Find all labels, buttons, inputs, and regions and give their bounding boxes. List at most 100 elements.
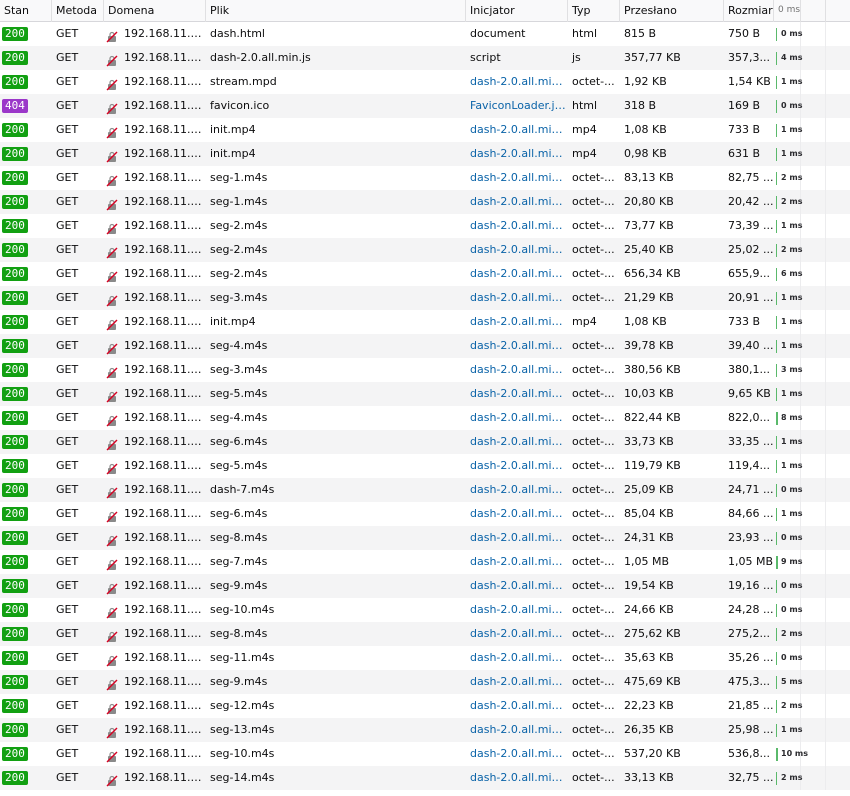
column-header-method[interactable]: Metoda [52, 0, 104, 22]
timing-bar[interactable] [776, 556, 778, 569]
timing-bar[interactable] [776, 484, 777, 497]
request-initiator[interactable]: dash-2.0.all.min.... [466, 622, 568, 646]
request-initiator[interactable]: dash-2.0.all.min.... [466, 670, 568, 694]
timing-bar[interactable] [776, 244, 777, 257]
timing-bar[interactable] [776, 172, 777, 185]
request-initiator[interactable]: dash-2.0.all.min.... [466, 214, 568, 238]
table-row[interactable]: 200 GET 192.168.11.166 seg-1.m4s dash-2.0.al… [0, 190, 850, 214]
timing-bar[interactable] [776, 124, 777, 137]
timing-bar[interactable] [776, 700, 777, 713]
request-initiator[interactable]: dash-2.0.all.min.... [466, 766, 568, 790]
table-row[interactable]: 200 GET 192.168.11.166 init.mp4 dash-2.0.all… [0, 310, 850, 334]
request-initiator[interactable]: dash-2.0.all.min.... [466, 358, 568, 382]
timing-bar[interactable] [776, 364, 777, 377]
request-initiator[interactable]: dash-2.0.all.min.... [466, 502, 568, 526]
request-initiator[interactable]: FaviconLoader.js:... [466, 94, 568, 118]
timing-bar[interactable] [776, 460, 777, 473]
request-initiator[interactable]: dash-2.0.all.min.... [466, 262, 568, 286]
timing-bar[interactable] [776, 604, 777, 617]
table-row[interactable]: 200 GET 192.168.11.166 seg-8.m4s dash-2.0.al… [0, 526, 850, 550]
request-initiator[interactable]: dash-2.0.all.min.... [466, 382, 568, 406]
request-initiator[interactable]: dash-2.0.all.min.... [466, 166, 568, 190]
request-initiator[interactable]: dash-2.0.all.min.... [466, 478, 568, 502]
timing-bar[interactable] [776, 316, 777, 329]
timing-bar[interactable] [776, 580, 777, 593]
table-row[interactable]: 200 GET 192.168.11.166 seg-10.m4s dash-2.0.a… [0, 598, 850, 622]
table-row[interactable]: 200 GET 192.168.11.166 seg-10.m4s dash-2.0.a… [0, 742, 850, 766]
column-header-initiator[interactable]: Inicjator [466, 0, 568, 22]
timing-bar[interactable] [776, 388, 777, 401]
table-row[interactable]: 200 GET 192.168.11.166 seg-13.m4s dash-2.0.a… [0, 718, 850, 742]
request-initiator[interactable]: dash-2.0.all.min.... [466, 550, 568, 574]
request-initiator[interactable]: dash-2.0.all.min.... [466, 142, 568, 166]
column-header-status[interactable]: Stan [0, 0, 52, 22]
timing-bar[interactable] [776, 196, 777, 209]
table-row[interactable]: 200 GET 192.168.11.166 seg-2.m4s dash-2.0.al… [0, 214, 850, 238]
table-row[interactable]: 200 GET 192.168.11.166 seg-9.m4s dash-2.0.al… [0, 574, 850, 598]
table-row[interactable]: 200 GET 192.168.11.166 seg-7.m4s dash-2.0.al… [0, 550, 850, 574]
table-row[interactable]: 200 GET 192.168.11.166 init.mp4 dash-2.0.all… [0, 142, 850, 166]
request-initiator[interactable]: dash-2.0.all.min.... [466, 742, 568, 766]
table-row[interactable]: 404 GET 192.168.11.166 favicon.ico FaviconLo… [0, 94, 850, 118]
request-initiator[interactable]: dash-2.0.all.min.... [466, 310, 568, 334]
table-row[interactable]: 200 GET 192.168.11.166 seg-4.m4s dash-2.0.al… [0, 334, 850, 358]
table-row[interactable]: 200 GET 192.168.11.166 seg-9.m4s dash-2.0.al… [0, 670, 850, 694]
table-row[interactable]: 200 GET 192.168.11.166 seg-3.m4s dash-2.0.al… [0, 286, 850, 310]
table-row[interactable]: 200 GET 192.168.11.166 dash-7.m4s dash-2.0.a… [0, 478, 850, 502]
timing-bar[interactable] [776, 628, 777, 641]
request-initiator[interactable]: dash-2.0.all.min.... [466, 286, 568, 310]
timing-bar[interactable] [776, 748, 778, 761]
request-initiator[interactable]: dash-2.0.all.min.... [466, 190, 568, 214]
timing-bar[interactable] [776, 100, 777, 113]
table-row[interactable]: 200 GET 192.168.11.166 init.mp4 dash-2.0.all… [0, 118, 850, 142]
table-row[interactable]: 200 GET 192.168.11.166 seg-14.m4s dash-2.0.a… [0, 766, 850, 790]
table-row[interactable]: 200 GET 192.168.11.166 seg-3.m4s dash-2.0.al… [0, 358, 850, 382]
table-row[interactable]: 200 GET 192.168.11.166 seg-6.m4s dash-2.0.al… [0, 430, 850, 454]
table-row[interactable]: 200 GET 192.168.11.166 seg-1.m4s dash-2.0.al… [0, 166, 850, 190]
timing-bar[interactable] [776, 724, 777, 737]
table-row[interactable]: 200 GET 192.168.11.166 seg-5.m4s dash-2.0.al… [0, 454, 850, 478]
request-initiator[interactable]: dash-2.0.all.min.... [466, 334, 568, 358]
table-row[interactable]: 200 GET 192.168.11.166 dash-2.0.all.min.js s… [0, 46, 850, 70]
timing-bar[interactable] [776, 652, 777, 665]
column-header-size[interactable]: Rozmiar [724, 0, 774, 22]
table-row[interactable]: 200 GET 192.168.11.166 seg-5.m4s dash-2.0.al… [0, 382, 850, 406]
timing-bar[interactable] [776, 436, 777, 449]
request-initiator[interactable]: dash-2.0.all.min.... [466, 430, 568, 454]
timing-bar[interactable] [776, 292, 777, 305]
table-row[interactable]: 200 GET 192.168.11.166 seg-2.m4s dash-2.0.al… [0, 238, 850, 262]
timing-bar[interactable] [776, 220, 777, 233]
column-header-transferred[interactable]: Przesłano [620, 0, 724, 22]
table-row[interactable]: 200 GET 192.168.11.166 seg-4.m4s dash-2.0.al… [0, 406, 850, 430]
column-header-file[interactable]: Plik [206, 0, 466, 22]
request-initiator[interactable]: dash-2.0.all.min.... [466, 718, 568, 742]
timing-bar[interactable] [776, 148, 777, 161]
timing-bar[interactable] [776, 532, 777, 545]
table-row[interactable]: 200 GET 192.168.11.166 seg-8.m4s dash-2.0.al… [0, 622, 850, 646]
timing-bar[interactable] [776, 28, 777, 41]
column-header-type[interactable]: Typ [568, 0, 620, 22]
timing-bar[interactable] [776, 340, 777, 353]
request-initiator[interactable]: dash-2.0.all.min.... [466, 406, 568, 430]
timing-bar[interactable] [776, 412, 778, 425]
table-row[interactable]: 200 GET 192.168.11.166 dash.html document htm… [0, 22, 850, 46]
request-initiator[interactable]: dash-2.0.all.min.... [466, 238, 568, 262]
timing-bar[interactable] [776, 772, 777, 785]
table-row[interactable]: 200 GET 192.168.11.166 seg-6.m4s dash-2.0.al… [0, 502, 850, 526]
request-initiator[interactable]: dash-2.0.all.min.... [466, 598, 568, 622]
timing-bar[interactable] [776, 52, 777, 65]
table-row[interactable]: 200 GET 192.168.11.166 stream.mpd dash-2.0.a… [0, 70, 850, 94]
request-initiator[interactable]: dash-2.0.all.min.... [466, 70, 568, 94]
table-row[interactable]: 200 GET 192.168.11.166 seg-11.m4s dash-2.0.a… [0, 646, 850, 670]
request-initiator[interactable]: dash-2.0.all.min.... [466, 454, 568, 478]
timing-bar[interactable] [776, 76, 777, 89]
request-initiator[interactable]: dash-2.0.all.min.... [466, 646, 568, 670]
request-initiator[interactable]: dash-2.0.all.min.... [466, 118, 568, 142]
request-initiator[interactable]: dash-2.0.all.min.... [466, 526, 568, 550]
table-row[interactable]: 200 GET 192.168.11.166 seg-2.m4s dash-2.0.al… [0, 262, 850, 286]
timing-bar[interactable] [776, 268, 777, 281]
timing-bar[interactable] [776, 508, 777, 521]
request-initiator[interactable]: dash-2.0.all.min.... [466, 574, 568, 598]
column-header-domain[interactable]: Domena [104, 0, 206, 22]
request-initiator[interactable]: dash-2.0.all.min.... [466, 694, 568, 718]
